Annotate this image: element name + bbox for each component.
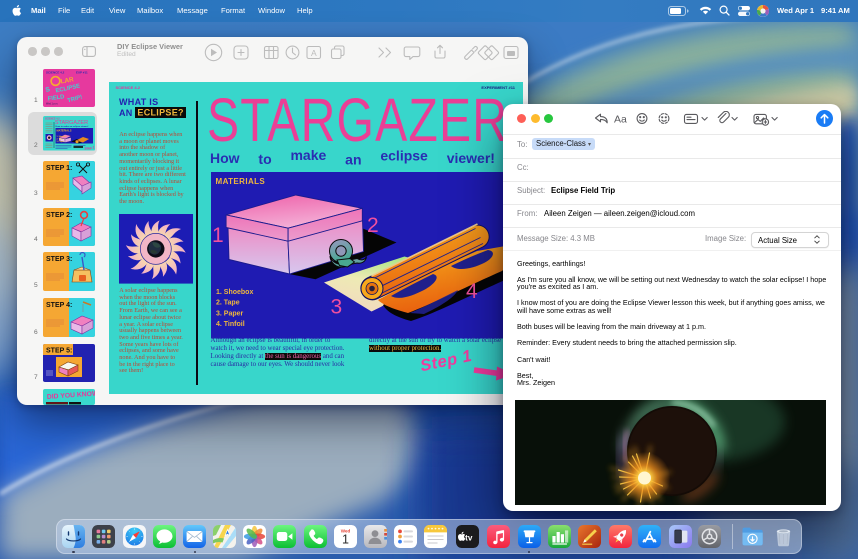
svg-text:1: 1 <box>212 224 224 247</box>
svg-text:MATERIALS: MATERIALS <box>216 177 266 186</box>
svg-text:3: 3 <box>331 296 343 319</box>
svg-text:Aa: Aa <box>614 114 627 126</box>
svg-text:MATERIALS: MATERIALS <box>57 129 72 133</box>
svg-text:Wed 1 p.m.: Wed 1 p.m. <box>46 103 59 106</box>
svg-text:EXP #11: EXP #11 <box>76 71 88 75</box>
svg-text:1: 1 <box>342 533 349 547</box>
svg-text:STEP 1:: STEP 1: <box>46 165 72 172</box>
svg-text:3. Paper: 3. Paper <box>216 310 244 317</box>
svg-text:STEP 5:: STEP 5: <box>46 348 72 355</box>
svg-text:STEP 4:: STEP 4: <box>46 302 72 309</box>
svg-text:tv: tv <box>465 533 473 542</box>
svg-text:SCIENCE 4.2: SCIENCE 4.2 <box>46 71 65 75</box>
svg-text:4. Tinfoil: 4. Tinfoil <box>216 321 245 328</box>
svg-text:How to make an eclipse viewer!: How to make an eclipse viewer! <box>56 125 89 128</box>
svg-text:A: A <box>311 48 317 58</box>
svg-text:STEP 3:: STEP 3: <box>46 256 72 263</box>
svg-text:1. Shoebox: 1. Shoebox <box>216 289 253 296</box>
svg-text:STEP 2:: STEP 2: <box>46 212 72 219</box>
svg-text:2. Tape: 2. Tape <box>216 300 240 307</box>
svg-text:2: 2 <box>367 214 379 237</box>
svg-text:3. Paper: 3. Paper <box>57 141 65 143</box>
svg-text:4: 4 <box>466 280 478 303</box>
